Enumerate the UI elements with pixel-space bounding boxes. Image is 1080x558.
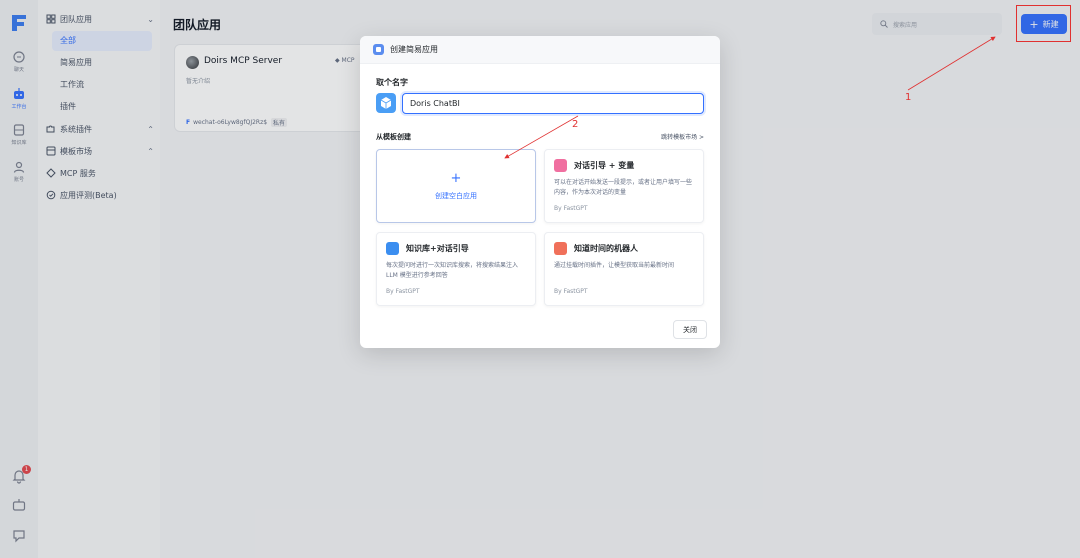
template-title: 知道时间的机器人 bbox=[574, 244, 638, 253]
template-card[interactable]: 对话引导 + 变量 可以在对话开始发送一段提示，或者让用户填写一些内容，作为本次… bbox=[544, 149, 704, 223]
create-app-modal: 创建简易应用 取个名字 从模板创建 跳转模板市场 > + 创建空白应用 对话引导… bbox=[360, 36, 720, 348]
template-author: By FastGPT bbox=[554, 288, 588, 295]
app-type-icon bbox=[373, 44, 384, 55]
blank-app-label: 创建空白应用 bbox=[435, 191, 477, 200]
clock-icon bbox=[554, 242, 567, 255]
template-title: 对话引导 + 变量 bbox=[574, 161, 635, 170]
template-desc: 通过挂载时间插件，让模型获取当前最新时间 bbox=[554, 262, 675, 269]
annotation-number-1: 1 bbox=[905, 92, 912, 103]
cube-icon bbox=[380, 97, 392, 109]
jump-template-market-link[interactable]: 跳转模板市场 > bbox=[661, 132, 704, 141]
annotation-number-2: 2 bbox=[572, 119, 579, 130]
template-desc: 每次提问时进行一次知识库搜索，将搜索结果注入 LLM 模型进行参考回答 bbox=[386, 262, 519, 279]
create-blank-app-card[interactable]: + 创建空白应用 bbox=[376, 149, 536, 223]
name-label: 取个名字 bbox=[376, 78, 408, 87]
knowledge-base-icon bbox=[386, 242, 399, 255]
template-card[interactable]: 知道时间的机器人 通过挂载时间插件，让模型获取当前最新时间 By FastGPT bbox=[544, 232, 704, 306]
template-desc: 可以在对话开始发送一段提示，或者让用户填写一些内容，作为本次对话的变量 bbox=[554, 179, 693, 196]
template-card[interactable]: 知识库+对话引导 每次提问时进行一次知识库搜索，将搜索结果注入 LLM 模型进行… bbox=[376, 232, 536, 306]
template-title: 知识库+对话引导 bbox=[406, 244, 469, 253]
template-author: By FastGPT bbox=[554, 205, 588, 212]
app-icon-picker[interactable] bbox=[376, 93, 396, 113]
modal-header: 创建简易应用 bbox=[360, 36, 720, 64]
chat-guide-icon bbox=[554, 159, 567, 172]
modal-title: 创建简易应用 bbox=[390, 45, 438, 54]
app-name-input[interactable] bbox=[402, 93, 704, 114]
template-author: By FastGPT bbox=[386, 288, 420, 295]
plus-icon: + bbox=[450, 170, 462, 186]
close-button[interactable]: 关闭 bbox=[673, 320, 707, 339]
annotation-highlight-box bbox=[1016, 5, 1071, 42]
template-section-label: 从模板创建 bbox=[376, 133, 411, 141]
